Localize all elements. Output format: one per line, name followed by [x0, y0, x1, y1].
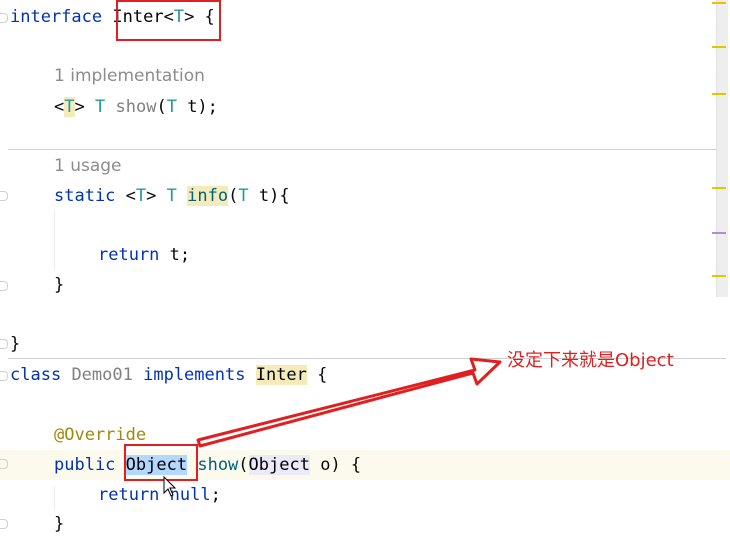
- brace: }: [54, 514, 65, 534]
- brace: }: [54, 275, 65, 295]
- fold-marker-icon[interactable]: [0, 371, 8, 381]
- param-rest: t);: [176, 97, 218, 117]
- paren: (: [228, 186, 239, 206]
- param-rest: t){: [248, 186, 290, 206]
- type-parameter[interactable]: T: [95, 97, 105, 117]
- type-parameter[interactable]: T: [238, 186, 248, 206]
- generic-close: >: [146, 186, 157, 206]
- vertical-scrollbar[interactable]: [716, 0, 728, 297]
- highlight-box-object: [124, 444, 198, 481]
- method-name[interactable]: show: [116, 97, 157, 117]
- type-parameter[interactable]: T: [136, 186, 146, 206]
- warning-stripe-icon[interactable]: [712, 93, 726, 95]
- code-line-close-brace[interactable]: }: [54, 270, 64, 300]
- code-line-return-null[interactable]: return null;: [98, 480, 221, 510]
- keyword: implements: [143, 365, 246, 385]
- keyword: return: [98, 485, 160, 505]
- inlay-hint-usage[interactable]: 1 usage: [54, 155, 122, 177]
- brace: }: [10, 334, 21, 354]
- code-line-return-t[interactable]: return t;: [98, 240, 190, 270]
- code-line-info-declaration[interactable]: static <T> T info(T t){: [54, 181, 290, 211]
- warning-stripe-icon[interactable]: [712, 46, 726, 48]
- fold-marker-icon[interactable]: [0, 13, 8, 23]
- type-parameter[interactable]: T: [167, 186, 177, 206]
- generic-close: >: [74, 97, 85, 117]
- fold-marker-icon[interactable]: [0, 459, 8, 469]
- keyword: static: [54, 186, 116, 206]
- warning-stripe-icon[interactable]: [712, 2, 726, 4]
- mouse-cursor-icon: [163, 476, 177, 497]
- annotation-note: 没定下来就是Object: [507, 350, 674, 371]
- annotation[interactable]: @Override: [54, 425, 146, 445]
- brace: {: [306, 365, 328, 385]
- warning-stripe-icon[interactable]: [712, 187, 726, 189]
- semicolon: ;: [210, 485, 221, 505]
- code-line-close-brace[interactable]: }: [54, 509, 64, 539]
- generic-open: <: [115, 186, 136, 206]
- indent-guide: [54, 486, 55, 510]
- highlight-box-inter-generic: [116, 0, 221, 41]
- method-name[interactable]: info: [187, 186, 229, 206]
- type-parameter[interactable]: T: [167, 97, 177, 117]
- inlay-hint-implementation[interactable]: 1 implementation: [54, 65, 205, 87]
- fold-marker-icon[interactable]: [0, 191, 8, 201]
- fold-marker-icon[interactable]: [0, 339, 8, 349]
- keyword: public: [54, 455, 116, 475]
- param-rest: o) {: [309, 455, 362, 475]
- type-parameter[interactable]: T: [64, 97, 75, 117]
- warning-stripe-icon[interactable]: [712, 275, 726, 277]
- paren: (: [238, 455, 249, 475]
- fold-marker-icon[interactable]: [0, 281, 8, 291]
- interface-reference[interactable]: Inter: [255, 365, 307, 385]
- code-line-show-impl[interactable]: public Object show(Object o) {: [54, 450, 361, 480]
- code-line-class-declaration[interactable]: class Demo01 implements Inter {: [10, 360, 327, 390]
- keyword: interface: [10, 7, 103, 27]
- paren: (: [156, 97, 167, 117]
- code-line-show-declaration[interactable]: <T> T show(T t);: [54, 92, 218, 122]
- info-stripe-icon[interactable]: [712, 232, 726, 234]
- keyword: return: [98, 245, 160, 265]
- return-value: t;: [159, 245, 191, 265]
- generic-open: <: [54, 97, 65, 117]
- method-name[interactable]: show: [197, 455, 238, 475]
- param-type[interactable]: Object: [248, 455, 310, 475]
- class-name[interactable]: Demo01: [71, 365, 132, 385]
- method-separator: [8, 149, 726, 150]
- fold-marker-icon[interactable]: [0, 519, 8, 529]
- keyword: class: [10, 365, 62, 385]
- indent-guide: [54, 210, 55, 270]
- code-line-close-brace[interactable]: }: [10, 329, 20, 359]
